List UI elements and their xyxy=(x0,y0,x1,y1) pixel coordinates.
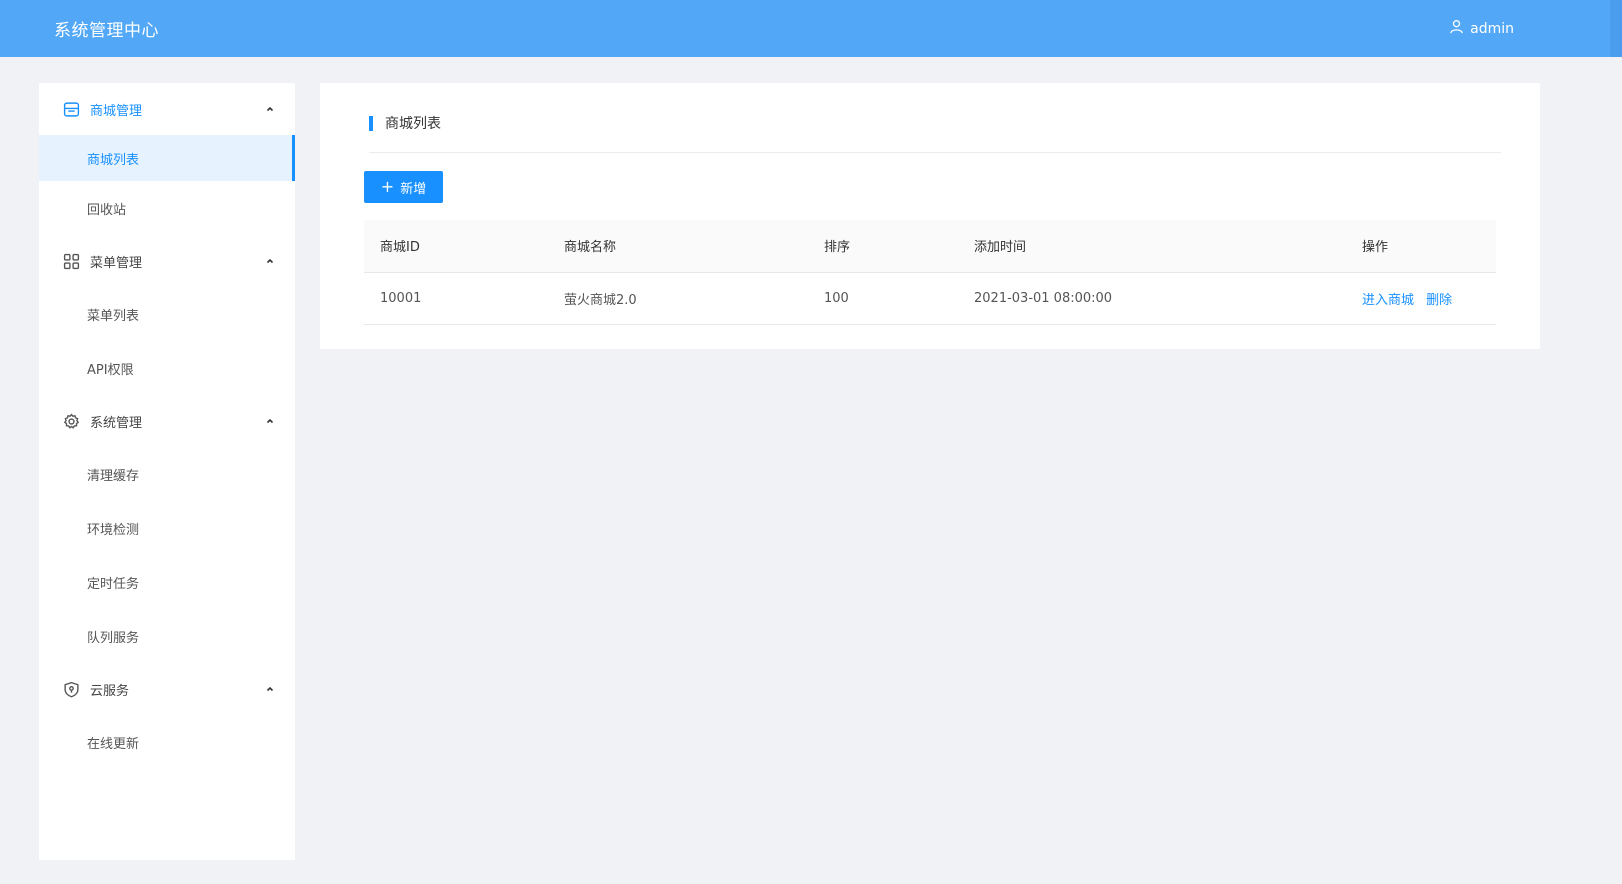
store-table: 商城ID 商城名称 排序 添加时间 操作 10001 萤火商城2.0 100 2… xyxy=(364,220,1496,325)
delete-link[interactable]: 删除 xyxy=(1426,293,1452,308)
chevron-up-icon xyxy=(265,256,275,266)
chevron-up-icon xyxy=(265,104,275,114)
column-header-sort: 排序 xyxy=(808,220,958,273)
cell-name: 萤火商城2.0 xyxy=(548,272,808,325)
title-accent-bar xyxy=(369,116,373,131)
cell-time: 2021-03-01 08:00:00 xyxy=(958,272,1346,325)
add-button[interactable]: + 新增 xyxy=(364,171,443,203)
column-header-time: 添加时间 xyxy=(958,220,1346,273)
add-button-label: 新增 xyxy=(400,181,427,197)
sidebar: 商城管理 商城列表 回收站 菜单管理 菜单列表 API权限 系统管理 清理缓存 … xyxy=(39,83,295,860)
table-row: 10001 萤火商城2.0 100 2021-03-01 08:00:00 进入… xyxy=(364,272,1496,325)
shield-icon xyxy=(63,681,80,698)
cell-actions: 进入商城 删除 xyxy=(1346,272,1496,325)
plus-icon: + xyxy=(380,177,395,196)
enter-store-link[interactable]: 进入商城 xyxy=(1362,293,1414,308)
menu-group-label: 系统管理 xyxy=(90,415,143,431)
gear-icon xyxy=(63,413,80,430)
menu-group-label: 菜单管理 xyxy=(90,255,143,271)
menu-group-store[interactable]: 商城管理 xyxy=(39,83,295,135)
sidebar-item-api-permission[interactable]: API权限 xyxy=(39,341,295,395)
sidebar-item-store-list[interactable]: 商城列表 xyxy=(39,135,295,181)
sidebar-item-cron-task[interactable]: 定时任务 xyxy=(39,555,295,609)
main-panel: 商城列表 + 新增 商城ID 商城名称 排序 添加时间 操作 10001 萤火商… xyxy=(320,83,1540,349)
sidebar-item-online-update[interactable]: 在线更新 xyxy=(39,715,295,769)
menu-group-label: 云服务 xyxy=(90,683,130,699)
user-menu[interactable]: admin xyxy=(1449,19,1514,38)
grid-icon xyxy=(63,253,80,270)
cell-id: 10001 xyxy=(364,272,548,325)
header-edge xyxy=(1610,0,1622,57)
top-header: 系统管理中心 admin xyxy=(0,0,1622,57)
sidebar-item-recycle-bin[interactable]: 回收站 xyxy=(39,181,295,235)
sidebar-item-queue-service[interactable]: 队列服务 xyxy=(39,609,295,663)
column-header-name: 商城名称 xyxy=(548,220,808,273)
menu-group-cloud[interactable]: 云服务 xyxy=(39,663,295,715)
cell-sort: 100 xyxy=(808,272,958,325)
store-icon xyxy=(63,101,80,118)
app-title: 系统管理中心 xyxy=(54,21,159,41)
chevron-up-icon xyxy=(265,416,275,426)
page-title: 商城列表 xyxy=(385,116,441,132)
menu-group-label: 商城管理 xyxy=(90,103,143,119)
username: admin xyxy=(1470,20,1514,37)
chevron-up-icon xyxy=(265,684,275,694)
column-header-actions: 操作 xyxy=(1346,220,1496,273)
menu-group-system[interactable]: 系统管理 xyxy=(39,395,295,447)
table-header-row: 商城ID 商城名称 排序 添加时间 操作 xyxy=(364,220,1496,273)
column-header-id: 商城ID xyxy=(364,220,548,273)
sidebar-item-env-check[interactable]: 环境检测 xyxy=(39,501,295,555)
sidebar-item-menu-list[interactable]: 菜单列表 xyxy=(39,287,295,341)
sidebar-item-clear-cache[interactable]: 清理缓存 xyxy=(39,447,295,501)
user-icon xyxy=(1449,19,1464,38)
panel-header: 商城列表 xyxy=(369,113,1501,153)
menu-group-menu[interactable]: 菜单管理 xyxy=(39,235,295,287)
